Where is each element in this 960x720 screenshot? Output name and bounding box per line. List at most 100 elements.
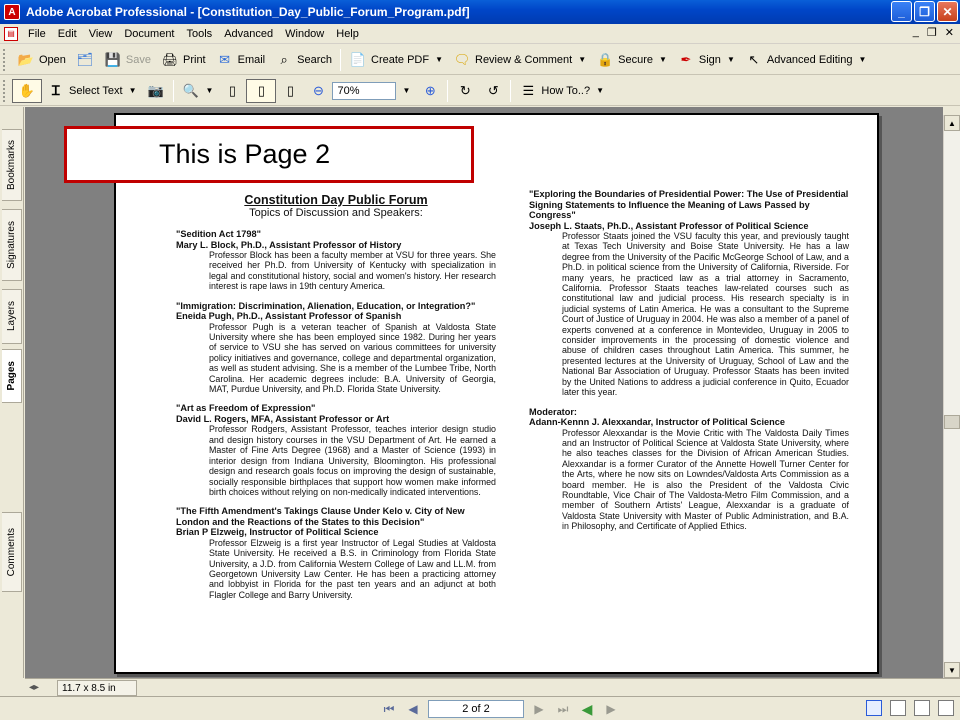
toolbar-grip[interactable] xyxy=(3,48,9,71)
menu-help[interactable]: Help xyxy=(330,25,365,43)
menu-view[interactable]: View xyxy=(83,25,119,43)
tab-pages[interactable]: Pages xyxy=(2,349,22,403)
open-button[interactable]: 📂 Open xyxy=(12,48,71,72)
tab-signatures[interactable]: Signatures xyxy=(2,209,22,281)
vertical-scrollbar[interactable]: ▲ ▼ xyxy=(943,115,960,678)
printer-icon: 🖨 xyxy=(161,51,179,67)
continuous-button[interactable] xyxy=(890,700,906,716)
menu-edit[interactable]: Edit xyxy=(52,25,83,43)
single-page-button[interactable] xyxy=(866,700,882,716)
print-button[interactable]: 🖨 Print xyxy=(156,48,211,72)
email-icon: ✉ xyxy=(219,51,231,67)
chevron-down-icon[interactable]: ▼ xyxy=(596,86,604,95)
moderator-name: Adann-Kennn J. Alexxandar, Instructor of… xyxy=(529,417,785,427)
continuous-facing-button[interactable] xyxy=(938,700,954,716)
pdf-page: This is Page 2 Constitution Day Public F… xyxy=(64,113,879,674)
last-page-button[interactable]: ⏭ xyxy=(554,700,572,718)
chevron-down-icon[interactable]: ▼ xyxy=(727,55,735,64)
minimize-button[interactable]: _ xyxy=(891,1,912,22)
page-layout-buttons xyxy=(866,700,954,716)
search-button[interactable]: ⌕ Search xyxy=(270,48,337,72)
tab-layers[interactable]: Layers xyxy=(2,289,22,344)
menu-file[interactable]: File xyxy=(22,25,52,43)
save-button[interactable]: 💾 Save xyxy=(99,48,156,72)
email-button[interactable]: ✉ Email xyxy=(211,48,271,72)
scroll-thumb[interactable] xyxy=(944,415,960,429)
next-view-button[interactable]: ▶ xyxy=(602,700,620,718)
chevron-down-icon[interactable]: ▼ xyxy=(858,55,866,64)
doc-minimize-button[interactable]: _ xyxy=(913,26,919,39)
horizontal-scrollbar[interactable]: ◂▸ 11.7 x 8.5 in xyxy=(25,678,960,696)
window-title: Adobe Acrobat Professional - [Constituti… xyxy=(26,5,470,19)
previous-view-button[interactable]: ◀ xyxy=(578,700,596,718)
zoom-in-button[interactable]: ⊕ xyxy=(416,79,444,103)
document-icon[interactable]: ▤ xyxy=(4,26,18,41)
snapshot-button[interactable]: 📷 xyxy=(142,79,170,103)
scroll-up-arrow[interactable]: ▲ xyxy=(944,115,960,131)
binoculars-icon: ⌕ xyxy=(280,51,288,67)
menu-document[interactable]: Document xyxy=(118,25,180,43)
review-comment-button[interactable]: 🗨 Review & Comment ▼ xyxy=(448,48,591,72)
doc-close-button[interactable]: ✕ xyxy=(945,26,954,39)
menu-tools[interactable]: Tools xyxy=(181,25,219,43)
speaker-name: Mary L. Block, Ph.D., Assistant Professo… xyxy=(176,239,402,250)
create-pdf-button[interactable]: 📄 Create PDF ▼ xyxy=(344,48,448,72)
zoom-out-button[interactable]: ⊖ xyxy=(304,79,332,103)
cursor-edit-icon: ↖ xyxy=(748,51,760,67)
page-banner: This is Page 2 xyxy=(64,126,474,183)
status-bar: ⏮ ◀ 2 of 2 ▶ ⏭ ◀ ▶ xyxy=(0,696,960,720)
menu-window[interactable]: Window xyxy=(279,25,330,43)
split-arrows-icon[interactable]: ◂▸ xyxy=(29,682,39,693)
toolbar-separator xyxy=(447,79,449,102)
tab-bookmarks[interactable]: Bookmarks xyxy=(2,129,22,201)
chevron-down-icon[interactable]: ▼ xyxy=(435,55,443,64)
speaker-name: David L. Rogers, MFA, Assistant Professo… xyxy=(176,413,390,424)
rotate-counterclockwise-button[interactable]: ↺ xyxy=(479,79,507,103)
speaker-bio: Professor Elzweig is a first year Instru… xyxy=(209,537,496,600)
toolbar-separator xyxy=(172,79,174,102)
next-page-button[interactable]: ▶ xyxy=(530,700,548,718)
zoom-input[interactable]: 70% xyxy=(332,81,397,100)
chevron-down-icon[interactable]: ▼ xyxy=(659,55,667,64)
fit-width-button[interactable]: ▯ xyxy=(276,79,304,103)
speaker-name: Joseph L. Staats, Ph.D., Assistant Profe… xyxy=(529,220,809,231)
select-text-button[interactable]: Ꮖ Select Text ▼ xyxy=(42,79,142,103)
organizer-button[interactable]: 🗂 xyxy=(71,48,99,72)
facing-button[interactable] xyxy=(914,700,930,716)
folder-icon: 📂 xyxy=(17,51,35,67)
chevron-down-icon[interactable]: ▼ xyxy=(578,55,586,64)
actual-size-button[interactable]: ▯ xyxy=(218,79,246,103)
close-button[interactable]: ✕ xyxy=(937,1,958,22)
secure-button[interactable]: 🔒 Secure ▼ xyxy=(591,48,672,72)
menu-advanced[interactable]: Advanced xyxy=(218,25,279,43)
scroll-down-arrow[interactable]: ▼ xyxy=(944,662,960,678)
program-heading: Constitution Day Public Forum xyxy=(244,193,428,207)
sign-button[interactable]: ✒ Sign ▼ xyxy=(672,48,740,72)
zoom-tool-button[interactable]: 🔍 ▼ xyxy=(177,79,219,103)
hand-tool-button[interactable]: ✋ xyxy=(12,78,42,103)
chevron-down-icon[interactable]: ▼ xyxy=(402,86,410,95)
chevron-down-icon[interactable]: ▼ xyxy=(206,86,214,95)
fit-page-button[interactable]: ▯ xyxy=(246,78,277,103)
maximize-button[interactable]: ❐ xyxy=(914,1,935,22)
speaker-bio: Professor Pugh is a veteran teacher of S… xyxy=(209,321,496,395)
how-to-button[interactable]: ☰ How To..? ▼ xyxy=(514,79,609,103)
first-page-button[interactable]: ⏮ xyxy=(380,700,398,718)
rotate-icon: ↻ xyxy=(459,82,471,98)
speaker-entry: "The Fifth Amendment's Takings Clause Un… xyxy=(176,506,496,600)
tab-comments[interactable]: Comments xyxy=(2,512,22,592)
program-subheading: Topics of Discussion and Speakers: xyxy=(249,207,423,219)
minus-circle-icon: ⊖ xyxy=(313,82,324,98)
advanced-editing-button[interactable]: ↖ Advanced Editing ▼ xyxy=(740,48,872,72)
page-navigation: ⏮ ◀ 2 of 2 ▶ ⏭ ◀ ▶ xyxy=(380,700,620,718)
previous-page-button[interactable]: ◀ xyxy=(404,700,422,718)
speaker-name: Eneida Pugh, Ph.D., Assistant Professor … xyxy=(176,311,402,322)
rotate-clockwise-button[interactable]: ↻ xyxy=(451,79,479,103)
document-view[interactable]: This is Page 2 Constitution Day Public F… xyxy=(25,107,943,678)
chevron-down-icon[interactable]: ▼ xyxy=(129,86,137,95)
magnifier-icon: 🔍 xyxy=(182,82,199,98)
speaker-bio: Professor Block has been a faculty membe… xyxy=(209,250,496,292)
toolbar-grip[interactable] xyxy=(3,79,9,102)
doc-restore-button[interactable]: ❐ xyxy=(927,26,937,39)
page-number-field[interactable]: 2 of 2 xyxy=(428,700,524,718)
